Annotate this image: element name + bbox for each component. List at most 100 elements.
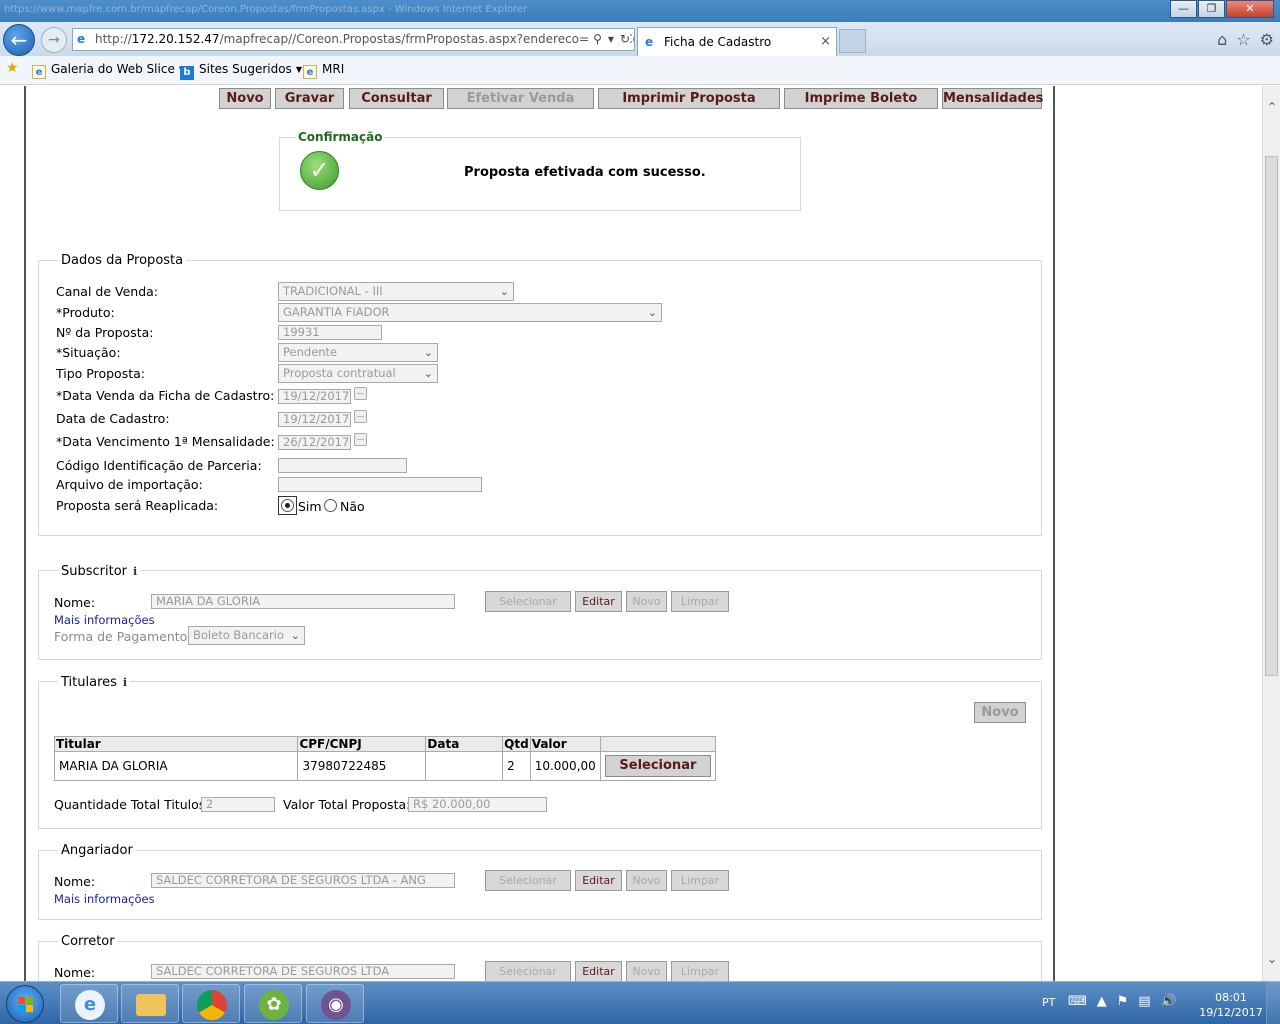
subscritor-limpar-button[interactable]: Limpar [671,591,729,612]
canal-venda-select[interactable]: TRADICIONAL - III ⌄ [278,282,514,301]
corretor-selecionar-button[interactable]: Selecionar [485,961,571,981]
taskbar-file-explorer[interactable] [121,984,179,1023]
radio-nao[interactable] [324,499,337,512]
angariador-novo-button[interactable]: Novo [626,870,667,891]
scrollbar-thumb[interactable] [1265,156,1278,676]
favorite-sites-sugeridos[interactable]: b Sites Sugeridos ▼ [180,62,302,80]
window-titlebar: https://www.mapfre.com.br/mapfrecap/Core… [0,0,1280,22]
taskbar-github-desktop[interactable]: ◉ [306,984,364,1023]
corretor-editar-button[interactable]: Editar [575,961,622,981]
address-host: 172.20.152.47 [131,32,220,46]
calendar-icon[interactable] [354,410,367,423]
favorites-star-icon[interactable]: ★ [6,60,19,76]
restore-button[interactable]: ❐ [1198,0,1225,18]
radio-nao-label: Não [340,499,365,514]
angariador-editar-button[interactable]: Editar [575,870,622,891]
canal-venda-label: Canal de Venda: [56,284,159,299]
bing-icon: b [180,66,194,80]
data-vencimento-input[interactable]: 26/12/2017 [278,435,351,450]
clock[interactable]: 08:01 19/12/2017 [1196,990,1266,1020]
taskbar-chrome[interactable] [182,984,240,1023]
calendar-icon[interactable] [354,387,367,400]
favorites-star-icon[interactable]: ☆ [1236,30,1250,49]
confirmation-message: Proposta efetivada com sucesso. [464,165,706,180]
subscritor-nome-input[interactable]: MARIA DA GLORIA [151,594,455,609]
arquivo-importacao-input[interactable] [278,477,482,492]
show-desktop-button[interactable] [1266,982,1280,1024]
imprimir-proposta-button[interactable]: Imprimir Proposta [598,88,780,109]
angariador-mais-informacoes-link[interactable]: Mais informações [54,892,155,906]
dropdown-icon[interactable]: ▾ [608,29,614,50]
consultar-button[interactable]: Consultar [349,88,444,109]
valor-total-input[interactable]: R$ 20.000,00 [408,797,547,812]
vertical-scrollbar[interactable]: ⌃ ⌄ [1262,86,1280,981]
volume-icon[interactable]: 🔊 [1161,994,1177,1009]
gravar-button[interactable]: Gravar [275,88,344,109]
forward-button[interactable]: → [41,27,67,53]
action-center-flag-icon[interactable]: ⚑ [1117,994,1129,1009]
start-button[interactable] [6,985,44,1023]
produto-label: *Produto: [56,305,115,320]
scroll-up-icon[interactable]: ⌃ [1263,100,1280,114]
corretor-limpar-button[interactable]: Limpar [671,961,729,981]
show-hidden-icons-chevron[interactable]: ▲ [1097,994,1107,1009]
language-indicator[interactable]: PT [1042,996,1055,1009]
tipo-proposta-select[interactable]: Proposta contratual ⌄ [278,364,438,383]
imprime-boleto-button[interactable]: Imprime Boleto [784,88,938,109]
cell-qtd: 2 [502,751,531,781]
network-icon[interactable]: ▤ [1138,994,1150,1009]
mensalidades-button[interactable]: Mensalidades [942,88,1043,109]
subscritor-editar-button[interactable]: Editar [575,591,622,612]
gear-icon[interactable]: ⚙ [1260,30,1274,49]
github-cat-icon: ◉ [321,990,351,1020]
corretor-nome-input[interactable]: SALDEC CORRETORA DE SEGUROS LTDA [151,964,455,979]
page-border [24,86,26,981]
favorite-mri[interactable]: e MRI [303,62,344,79]
codigo-parceria-input[interactable] [278,458,407,473]
radio-sim[interactable] [281,499,294,512]
minimize-button[interactable]: — [1170,0,1197,18]
angariador-nome-input[interactable]: SALDEC CORRETORA DE SEGUROS LTDA - ANG [151,873,455,888]
back-button[interactable]: ← [3,24,35,56]
home-icon[interactable]: ⌂ [1217,30,1227,49]
titulares-novo-button[interactable]: Novo [974,702,1026,723]
numero-proposta-input[interactable]: 19931 [278,325,382,340]
subscritor-mais-informacoes-link[interactable]: Mais informações [54,613,155,627]
favorite-web-slice[interactable]: eGaleria do Web Slice▼ [32,62,185,79]
cell-cpf: 37980722485 [297,751,427,781]
data-venda-input[interactable]: 19/12/2017 [278,389,351,404]
address-bar[interactable]: e http://172.20.152.47/mapfrecap//Coreon… [72,28,635,51]
tab-ficha-cadastro[interactable]: e Ficha de Cadastro × [637,27,837,56]
close-tab-icon[interactable]: × [820,28,831,56]
produto-select[interactable]: GARANTIA FIADOR ⌄ [278,303,662,322]
subscritor-legend-text: Subscritor [61,564,128,579]
scroll-down-icon[interactable]: ⌄ [1263,952,1280,966]
tipo-proposta-value: Proposta contratual [283,366,396,380]
info-icon[interactable]: i [123,676,127,689]
radio-sim-label: Sim [298,499,322,514]
new-tab-button[interactable] [839,29,866,53]
data-cadastro-input[interactable]: 19/12/2017 [278,412,351,427]
titular-selecionar-button[interactable]: Selecionar [604,755,711,777]
refresh-icon[interactable]: ↻ [620,29,630,50]
qtd-total-input[interactable]: 2 [201,797,275,812]
angariador-selecionar-button[interactable]: Selecionar [485,870,571,891]
search-icon[interactable]: ⚲ [593,29,602,50]
keyboard-icon[interactable]: ⌨ [1068,994,1087,1009]
novo-button[interactable]: Novo [219,88,271,109]
data-cadastro-label: Data de Cadastro: [56,411,170,426]
subscritor-novo-button[interactable]: Novo [626,591,667,612]
calendar-icon[interactable] [354,433,367,446]
taskbar-internet-explorer[interactable]: e [60,984,118,1023]
taskbar-spring-tool-suite[interactable]: ✿ [244,984,302,1023]
angariador-limpar-button[interactable]: Limpar [671,870,729,891]
canal-venda-value: TRADICIONAL - III [283,284,383,298]
close-window-button[interactable]: ✕ [1226,0,1274,18]
favorite-label: Galeria do Web Slice [51,62,175,76]
forma-pagamento-select[interactable]: Boleto Bancario ⌄ [188,626,305,645]
efetivar-venda-button[interactable]: Efetivar Venda [447,88,594,109]
situacao-select[interactable]: Pendente ⌄ [278,343,438,362]
info-icon[interactable]: i [133,565,137,578]
corretor-novo-button[interactable]: Novo [626,961,667,981]
subscritor-selecionar-button[interactable]: Selecionar [485,591,571,612]
